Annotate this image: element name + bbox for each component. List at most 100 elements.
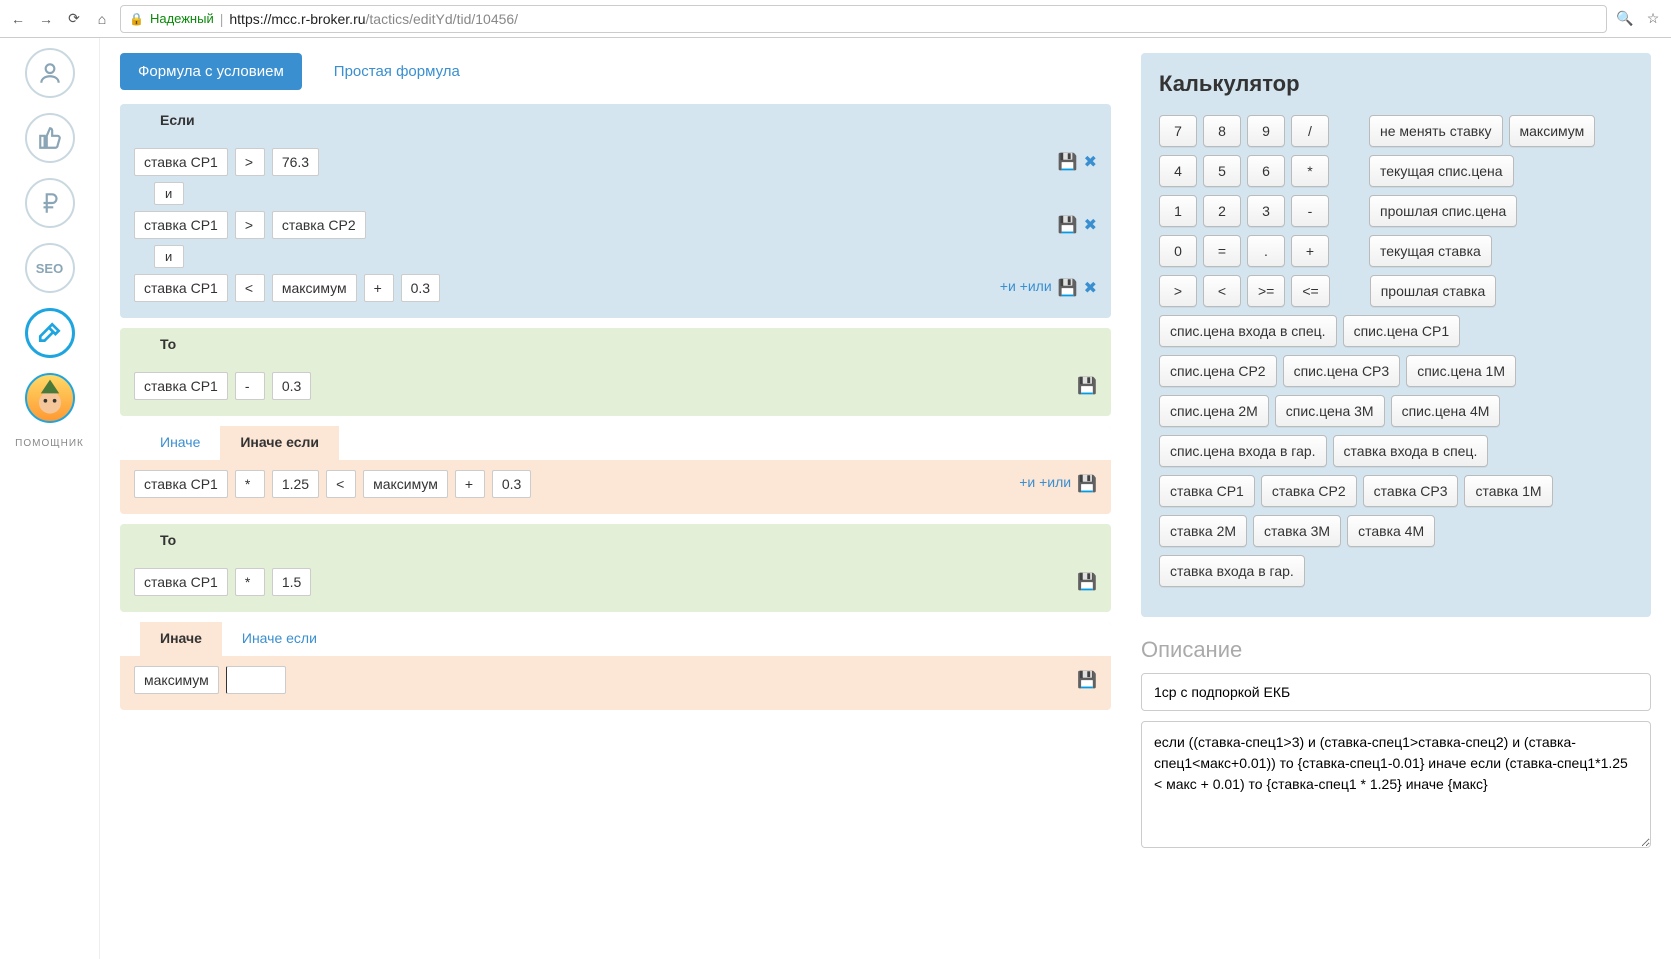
calc-var-button[interactable]: спис.цена 2М <box>1159 395 1269 427</box>
field-operand[interactable]: ставка СР1 <box>134 470 228 498</box>
calc-key[interactable]: <= <box>1291 275 1329 307</box>
field-operator[interactable]: + <box>455 470 485 498</box>
field-operand[interactable]: ставка СР1 <box>134 274 228 302</box>
home-icon[interactable]: ⌂ <box>92 9 112 29</box>
field-value[interactable]: 0.3 <box>401 274 440 302</box>
calc-key[interactable]: < <box>1203 275 1241 307</box>
save-icon[interactable]: 💾 <box>1058 152 1078 172</box>
calc-var-button[interactable]: текущая ставка <box>1369 235 1492 267</box>
calc-var-button[interactable]: максимум <box>1509 115 1596 147</box>
calc-var-button[interactable]: спис.цена СР2 <box>1159 355 1277 387</box>
calc-key[interactable]: 0 <box>1159 235 1197 267</box>
field-value[interactable]: 0.3 <box>492 470 531 498</box>
save-icon[interactable]: 💾 <box>1077 474 1097 494</box>
description-textarea[interactable] <box>1141 721 1651 848</box>
calc-key[interactable]: 3 <box>1247 195 1285 227</box>
save-icon[interactable]: 💾 <box>1058 215 1078 235</box>
save-icon[interactable]: 💾 <box>1058 278 1078 298</box>
calc-key[interactable]: . <box>1247 235 1285 267</box>
helper-avatar[interactable] <box>25 373 75 423</box>
calc-var-button[interactable]: прошлая спис.цена <box>1369 195 1517 227</box>
star-icon[interactable]: ☆ <box>1643 9 1663 29</box>
back-icon[interactable]: ← <box>8 9 28 29</box>
seo-icon[interactable]: SEO <box>25 243 75 293</box>
description-input[interactable] <box>1141 673 1651 711</box>
field-operator[interactable]: - <box>235 372 265 400</box>
hammer-icon[interactable] <box>25 308 75 358</box>
calc-var-button[interactable]: спис.цена 1М <box>1406 355 1516 387</box>
field-operand[interactable]: ставка СР1 <box>134 148 228 176</box>
calc-key[interactable]: 7 <box>1159 115 1197 147</box>
calc-var-button[interactable]: спис.цена СР3 <box>1283 355 1401 387</box>
elseif-tab[interactable]: Иначе если <box>222 622 337 656</box>
calc-key[interactable]: * <box>1291 155 1329 187</box>
calc-key[interactable]: >= <box>1247 275 1285 307</box>
delete-icon[interactable]: ✖ <box>1084 152 1097 172</box>
calc-key[interactable]: 6 <box>1247 155 1285 187</box>
field-operand[interactable]: максимум <box>272 274 357 302</box>
calc-key[interactable]: + <box>1291 235 1329 267</box>
delete-icon[interactable]: ✖ <box>1084 215 1097 235</box>
forward-icon[interactable]: → <box>36 9 56 29</box>
field-operand[interactable]: максимум <box>134 666 219 694</box>
connector-and[interactable]: и <box>154 182 184 205</box>
field-operator[interactable]: * <box>235 470 265 498</box>
cursor-field[interactable] <box>226 666 286 694</box>
delete-icon[interactable]: ✖ <box>1084 278 1097 298</box>
calc-var-button[interactable]: ставка СР2 <box>1261 475 1357 507</box>
calc-var-button[interactable]: ставка входа в спец. <box>1333 435 1489 467</box>
save-icon[interactable]: 💾 <box>1077 670 1097 690</box>
calc-var-button[interactable]: спис.цена СР1 <box>1343 315 1461 347</box>
field-operand[interactable]: максимум <box>363 470 448 498</box>
field-operand[interactable]: ставка СР1 <box>134 568 228 596</box>
save-icon[interactable]: 💾 <box>1077 572 1097 592</box>
calc-var-button[interactable]: спис.цена 3М <box>1275 395 1385 427</box>
field-operator[interactable]: < <box>235 274 265 302</box>
calc-key[interactable]: 1 <box>1159 195 1197 227</box>
else-tab[interactable]: Иначе <box>140 426 220 460</box>
add-and-or-link[interactable]: +и +или <box>1000 278 1052 298</box>
field-value[interactable]: 1.25 <box>272 470 319 498</box>
calc-var-button[interactable]: ставка 3М <box>1253 515 1341 547</box>
field-value[interactable]: 76.3 <box>272 148 319 176</box>
calc-var-button[interactable]: ставка СР3 <box>1363 475 1459 507</box>
calc-key[interactable]: 8 <box>1203 115 1241 147</box>
elseif-tab[interactable]: Иначе если <box>220 426 339 460</box>
field-operand[interactable]: ставка СР1 <box>134 372 228 400</box>
field-value[interactable]: 0.3 <box>272 372 311 400</box>
calc-var-button[interactable]: спис.цена входа в спец. <box>1159 315 1337 347</box>
calc-key[interactable]: 5 <box>1203 155 1241 187</box>
calc-key[interactable]: - <box>1291 195 1329 227</box>
calc-var-button[interactable]: ставка 4М <box>1347 515 1435 547</box>
field-operator[interactable]: > <box>235 211 265 239</box>
calc-var-button[interactable]: ставка 1М <box>1464 475 1552 507</box>
tab-conditional-formula[interactable]: Формула с условием <box>120 53 302 90</box>
calc-var-button[interactable]: прошлая ставка <box>1370 275 1497 307</box>
calc-var-button[interactable]: текущая спис.цена <box>1369 155 1514 187</box>
field-operand[interactable]: ставка СР1 <box>134 211 228 239</box>
calc-key[interactable]: > <box>1159 275 1197 307</box>
field-operand[interactable]: ставка СР2 <box>272 211 366 239</box>
calc-var-button[interactable]: ставка 2М <box>1159 515 1247 547</box>
tab-simple-formula[interactable]: Простая формула <box>316 53 478 90</box>
calc-var-button[interactable]: спис.цена 4М <box>1391 395 1501 427</box>
calc-var-button[interactable]: ставка входа в гар. <box>1159 555 1305 587</box>
save-icon[interactable]: 💾 <box>1077 376 1097 396</box>
calc-key[interactable]: 2 <box>1203 195 1241 227</box>
calc-key[interactable]: = <box>1203 235 1241 267</box>
ruble-icon[interactable] <box>25 178 75 228</box>
calc-key[interactable]: / <box>1291 115 1329 147</box>
calc-var-button[interactable]: не менять ставку <box>1369 115 1503 147</box>
calc-var-button[interactable]: ставка СР1 <box>1159 475 1255 507</box>
field-value[interactable]: 1.5 <box>272 568 311 596</box>
field-operator[interactable]: + <box>364 274 394 302</box>
field-operator[interactable]: < <box>326 470 356 498</box>
calc-var-button[interactable]: спис.цена входа в гар. <box>1159 435 1327 467</box>
add-and-or-link[interactable]: +и +или <box>1019 474 1071 494</box>
calc-key[interactable]: 9 <box>1247 115 1285 147</box>
field-operator[interactable]: * <box>235 568 265 596</box>
reload-icon[interactable]: ⟳ <box>64 9 84 29</box>
user-icon[interactable] <box>25 48 75 98</box>
connector-and[interactable]: и <box>154 245 184 268</box>
thumbs-up-icon[interactable] <box>25 113 75 163</box>
